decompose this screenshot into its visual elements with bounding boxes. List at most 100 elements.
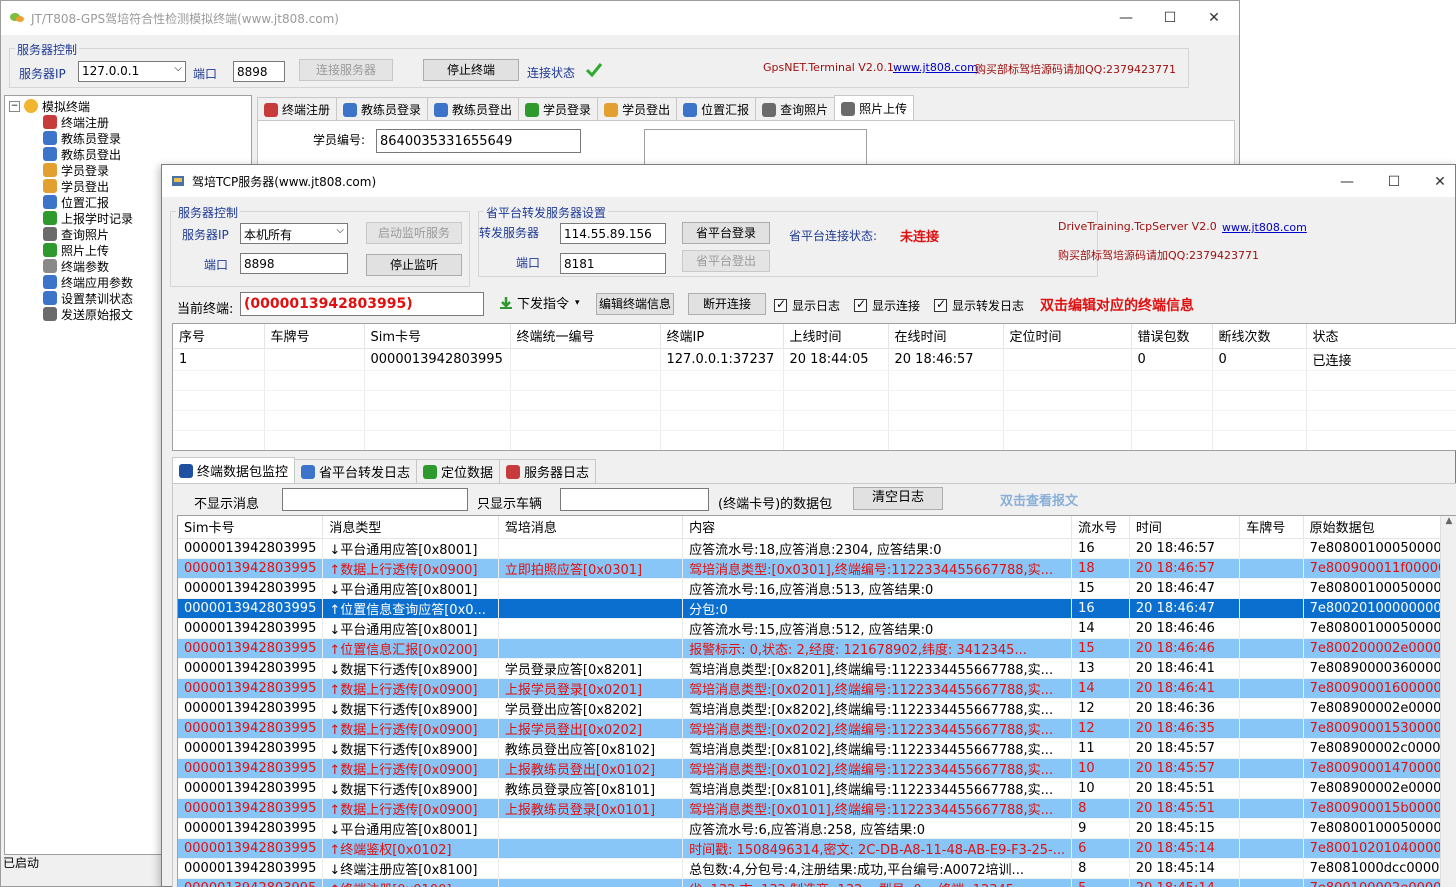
log-row[interactable]: 0000013942803995 ↓平台通用应答[0x8001] 应答流水号:16,… — [178, 578, 1456, 599]
tab-sim[interactable]: 终端注册 — [257, 97, 338, 121]
terminal-column-header[interactable]: 断线次数 — [1212, 324, 1307, 349]
tab-bottom[interactable]: 服务器日志 — [499, 459, 597, 483]
terminal-column-header[interactable]: 序号 — [173, 324, 265, 349]
simulator-titlebar[interactable]: JT/T808-GPS驾培符合性检测模拟终端(www.jt808.com) — … — [1, 1, 1239, 35]
server-port-input[interactable] — [240, 253, 348, 274]
log-row[interactable]: 0000013942803995 ↓平台通用应答[0x8001] 应答流水号:6,应… — [178, 818, 1456, 839]
show-connection-checkbox[interactable]: 显示连接 — [854, 297, 920, 314]
forward-port-input[interactable] — [560, 253, 666, 274]
tab-sim[interactable]: 学员登录 — [518, 97, 599, 121]
stop-terminal-button[interactable]: 停止终端 — [423, 59, 519, 81]
tree-item[interactable]: 终端注册 — [43, 114, 109, 130]
terminal-column-header[interactable]: 定位时间 — [1003, 324, 1132, 349]
connect-server-button[interactable]: 连接服务器 — [299, 59, 393, 81]
filter-vehicle-input[interactable] — [560, 488, 709, 511]
log-row[interactable]: 0000013942803995 ↑数据上行透传[0x0900] 上报教练员登出[0… — [178, 758, 1456, 779]
terminal-column-header[interactable]: 状态 — [1306, 324, 1456, 349]
server-maximize-button[interactable]: ☐ — [1371, 165, 1417, 199]
tree-item[interactable]: 位置汇报 — [43, 194, 109, 210]
show-forward-log-checkbox[interactable]: 显示转发日志 — [934, 297, 1024, 314]
log-column-header[interactable]: 流水号 — [1071, 516, 1130, 539]
terminal-row[interactable]: 1 0000013942803995 127.0.0.1:37237 20 18:44… — [173, 348, 1456, 371]
stop-listen-button[interactable]: 停止监听 — [366, 254, 462, 276]
log-column-header[interactable]: Sim卡号 — [178, 516, 324, 539]
log-row[interactable]: 0000013942803995 ↓数据下行透传[0x8900] 教练员登出应答[0… — [178, 738, 1456, 759]
server-minimize-button[interactable]: — — [1324, 165, 1370, 199]
log-column-header[interactable]: 车牌号 — [1239, 516, 1304, 539]
sim-port-input[interactable] — [233, 61, 285, 82]
tab-sim[interactable]: 位置汇报 — [676, 97, 757, 121]
server-site-link[interactable]: www.jt808.com — [1222, 221, 1307, 234]
collapse-icon[interactable]: − — [9, 100, 20, 112]
log-column-header[interactable]: 驾培消息 — [498, 516, 684, 539]
terminal-column-header[interactable]: 在线时间 — [888, 324, 1004, 349]
server-ip-combo[interactable]: 本机所有 ⌵ — [240, 223, 348, 244]
log-column-header[interactable]: 内容 — [682, 516, 1073, 539]
log-row[interactable]: 0000013942803995↑终端注册[0x0100] 省: 132,市: 1… — [178, 878, 1456, 887]
log-row[interactable]: 0000013942803995 ↑数据上行透传[0x0900] 上报学员登录[0x… — [178, 678, 1456, 699]
tab-sim[interactable]: 查询照片 — [755, 97, 836, 121]
tab-bottom[interactable]: 终端数据包监控 — [172, 457, 296, 483]
maximize-button[interactable]: ☐ — [1147, 1, 1193, 35]
tree-item[interactable]: 设置禁训状态 — [43, 290, 133, 306]
tab-sim[interactable]: 学员登出 — [597, 97, 678, 121]
send-command-dropdown[interactable]: 下发指令 ▾ — [498, 293, 580, 312]
packet-log-grid[interactable]: Sim卡号 消息类型 驾培消息 内容 流水号 时间 车牌号 原始数据包 00000139428… — [177, 515, 1456, 887]
log-column-header[interactable]: 消息类型 — [322, 516, 499, 539]
terminal-column-header[interactable]: 终端IP — [660, 324, 784, 349]
log-row[interactable]: 0000013942803995 ↓数据下行透传[0x8900] 教练员登录应答[0… — [178, 778, 1456, 799]
terminal-column-header[interactable]: 错误包数 — [1131, 324, 1213, 349]
log-row[interactable]: 0000013942803995 ↑数据上行透传[0x0900] 上报学员登出[0x… — [178, 718, 1456, 739]
show-log-checkbox[interactable]: 显示日志 — [774, 297, 840, 314]
tree-item[interactable]: 查询照片 — [43, 226, 109, 242]
server-close-button[interactable]: ✕ — [1417, 165, 1456, 199]
tree-root[interactable]: − 模拟终端 — [9, 98, 90, 114]
log-row[interactable]: 0000013942803995 ↑位置信息查询应答[0x0... 分包:0 16 20… — [178, 598, 1456, 619]
log-column-header[interactable]: 时间 — [1129, 516, 1241, 539]
log-row[interactable]: 0000013942803995 ↑终端鉴权[0x0102] 时间戳: 150849… — [178, 838, 1456, 859]
tree-item[interactable]: 教练员登录 — [43, 130, 121, 146]
log-scrollbar[interactable]: ▲ — [1440, 516, 1456, 887]
tab-sim[interactable]: 教练员登出 — [427, 97, 520, 121]
log-row[interactable]: 0000013942803995 ↓数据下行透传[0x8900] 学员登录应答[0x… — [178, 658, 1456, 679]
filter-message-input[interactable] — [282, 488, 468, 511]
student-no-input[interactable] — [376, 129, 581, 153]
log-row[interactable]: 0000013942803995 ↓数据下行透传[0x8900] 学员登出应答[0x… — [178, 698, 1456, 719]
sim-server-ip-combo[interactable]: 127.0.0.1 ⌵ — [78, 61, 186, 82]
log-row[interactable]: 0000013942803995 ↑数据上行透传[0x0900] 上报教练员登录[0… — [178, 798, 1456, 819]
sim-site-link[interactable]: www.jt808.com — [893, 61, 978, 74]
tab-bottom[interactable]: 定位数据 — [416, 459, 501, 483]
current-terminal-input[interactable] — [240, 292, 484, 316]
terminal-column-header[interactable]: 上线时间 — [783, 324, 889, 349]
start-listen-button[interactable]: 启动监听服务 — [366, 222, 462, 244]
terminal-grid[interactable]: 序号 车牌号 Sim卡号 终端统一编号 终端IP 上线时间 在线时间 定位时间 错误包数 断线次数… — [172, 323, 1456, 451]
tree-item[interactable]: 发送原始报文 — [43, 306, 133, 322]
tree-item[interactable]: 上报学时记录 — [43, 210, 133, 226]
tab-bottom[interactable]: 省平台转发日志 — [294, 459, 418, 483]
tab-sim[interactable]: 教练员登录 — [336, 97, 429, 121]
disconnect-button[interactable]: 断开连接 — [688, 293, 766, 315]
clear-log-button[interactable]: 清空日志 — [853, 487, 943, 510]
tree-item[interactable]: 照片上传 — [43, 242, 109, 258]
terminal-column-header[interactable]: Sim卡号 — [364, 324, 511, 349]
log-row[interactable]: 0000013942803995 ↑位置信息汇报[0x0200] 报警标示: 0,状… — [178, 638, 1456, 659]
forward-server-input[interactable] — [560, 223, 666, 244]
server-titlebar[interactable]: 驾培TCP服务器(www.jt808.com) — ☐ ✕ — [162, 165, 1455, 197]
edit-terminal-button[interactable]: 编辑终端信息 — [596, 293, 674, 315]
tree-item[interactable]: 学员登录 — [43, 162, 109, 178]
log-column-header[interactable]: 原始数据包 — [1303, 516, 1456, 539]
minimize-button[interactable]: — — [1103, 1, 1149, 35]
tree-item[interactable]: 教练员登出 — [43, 146, 121, 162]
terminal-column-header[interactable]: 终端统一编号 — [510, 324, 661, 349]
log-row[interactable]: 0000013942803995 ↑数据上行透传[0x0900] 立即拍照应答[0x… — [178, 558, 1456, 579]
tree-item[interactable]: 学员登出 — [43, 178, 109, 194]
province-login-button[interactable]: 省平台登录 — [682, 222, 770, 244]
log-row[interactable]: 0000013942803995 ↓终端注册应答[0x8100] 总包数:4,分包号… — [178, 858, 1456, 879]
province-logout-button[interactable]: 省平台登出 — [682, 250, 770, 272]
tree-item[interactable]: 终端参数 — [43, 258, 109, 274]
close-button[interactable]: ✕ — [1191, 1, 1237, 35]
log-row[interactable]: 0000013942803995 ↓平台通用应答[0x8001] 应答流水号:18,… — [178, 538, 1456, 559]
scroll-up-icon[interactable]: ▲ — [1441, 516, 1456, 526]
tree-item[interactable]: 终端应用参数 — [43, 274, 133, 290]
log-row[interactable]: 0000013942803995 ↓平台通用应答[0x8001] 应答流水号:15,… — [178, 618, 1456, 639]
